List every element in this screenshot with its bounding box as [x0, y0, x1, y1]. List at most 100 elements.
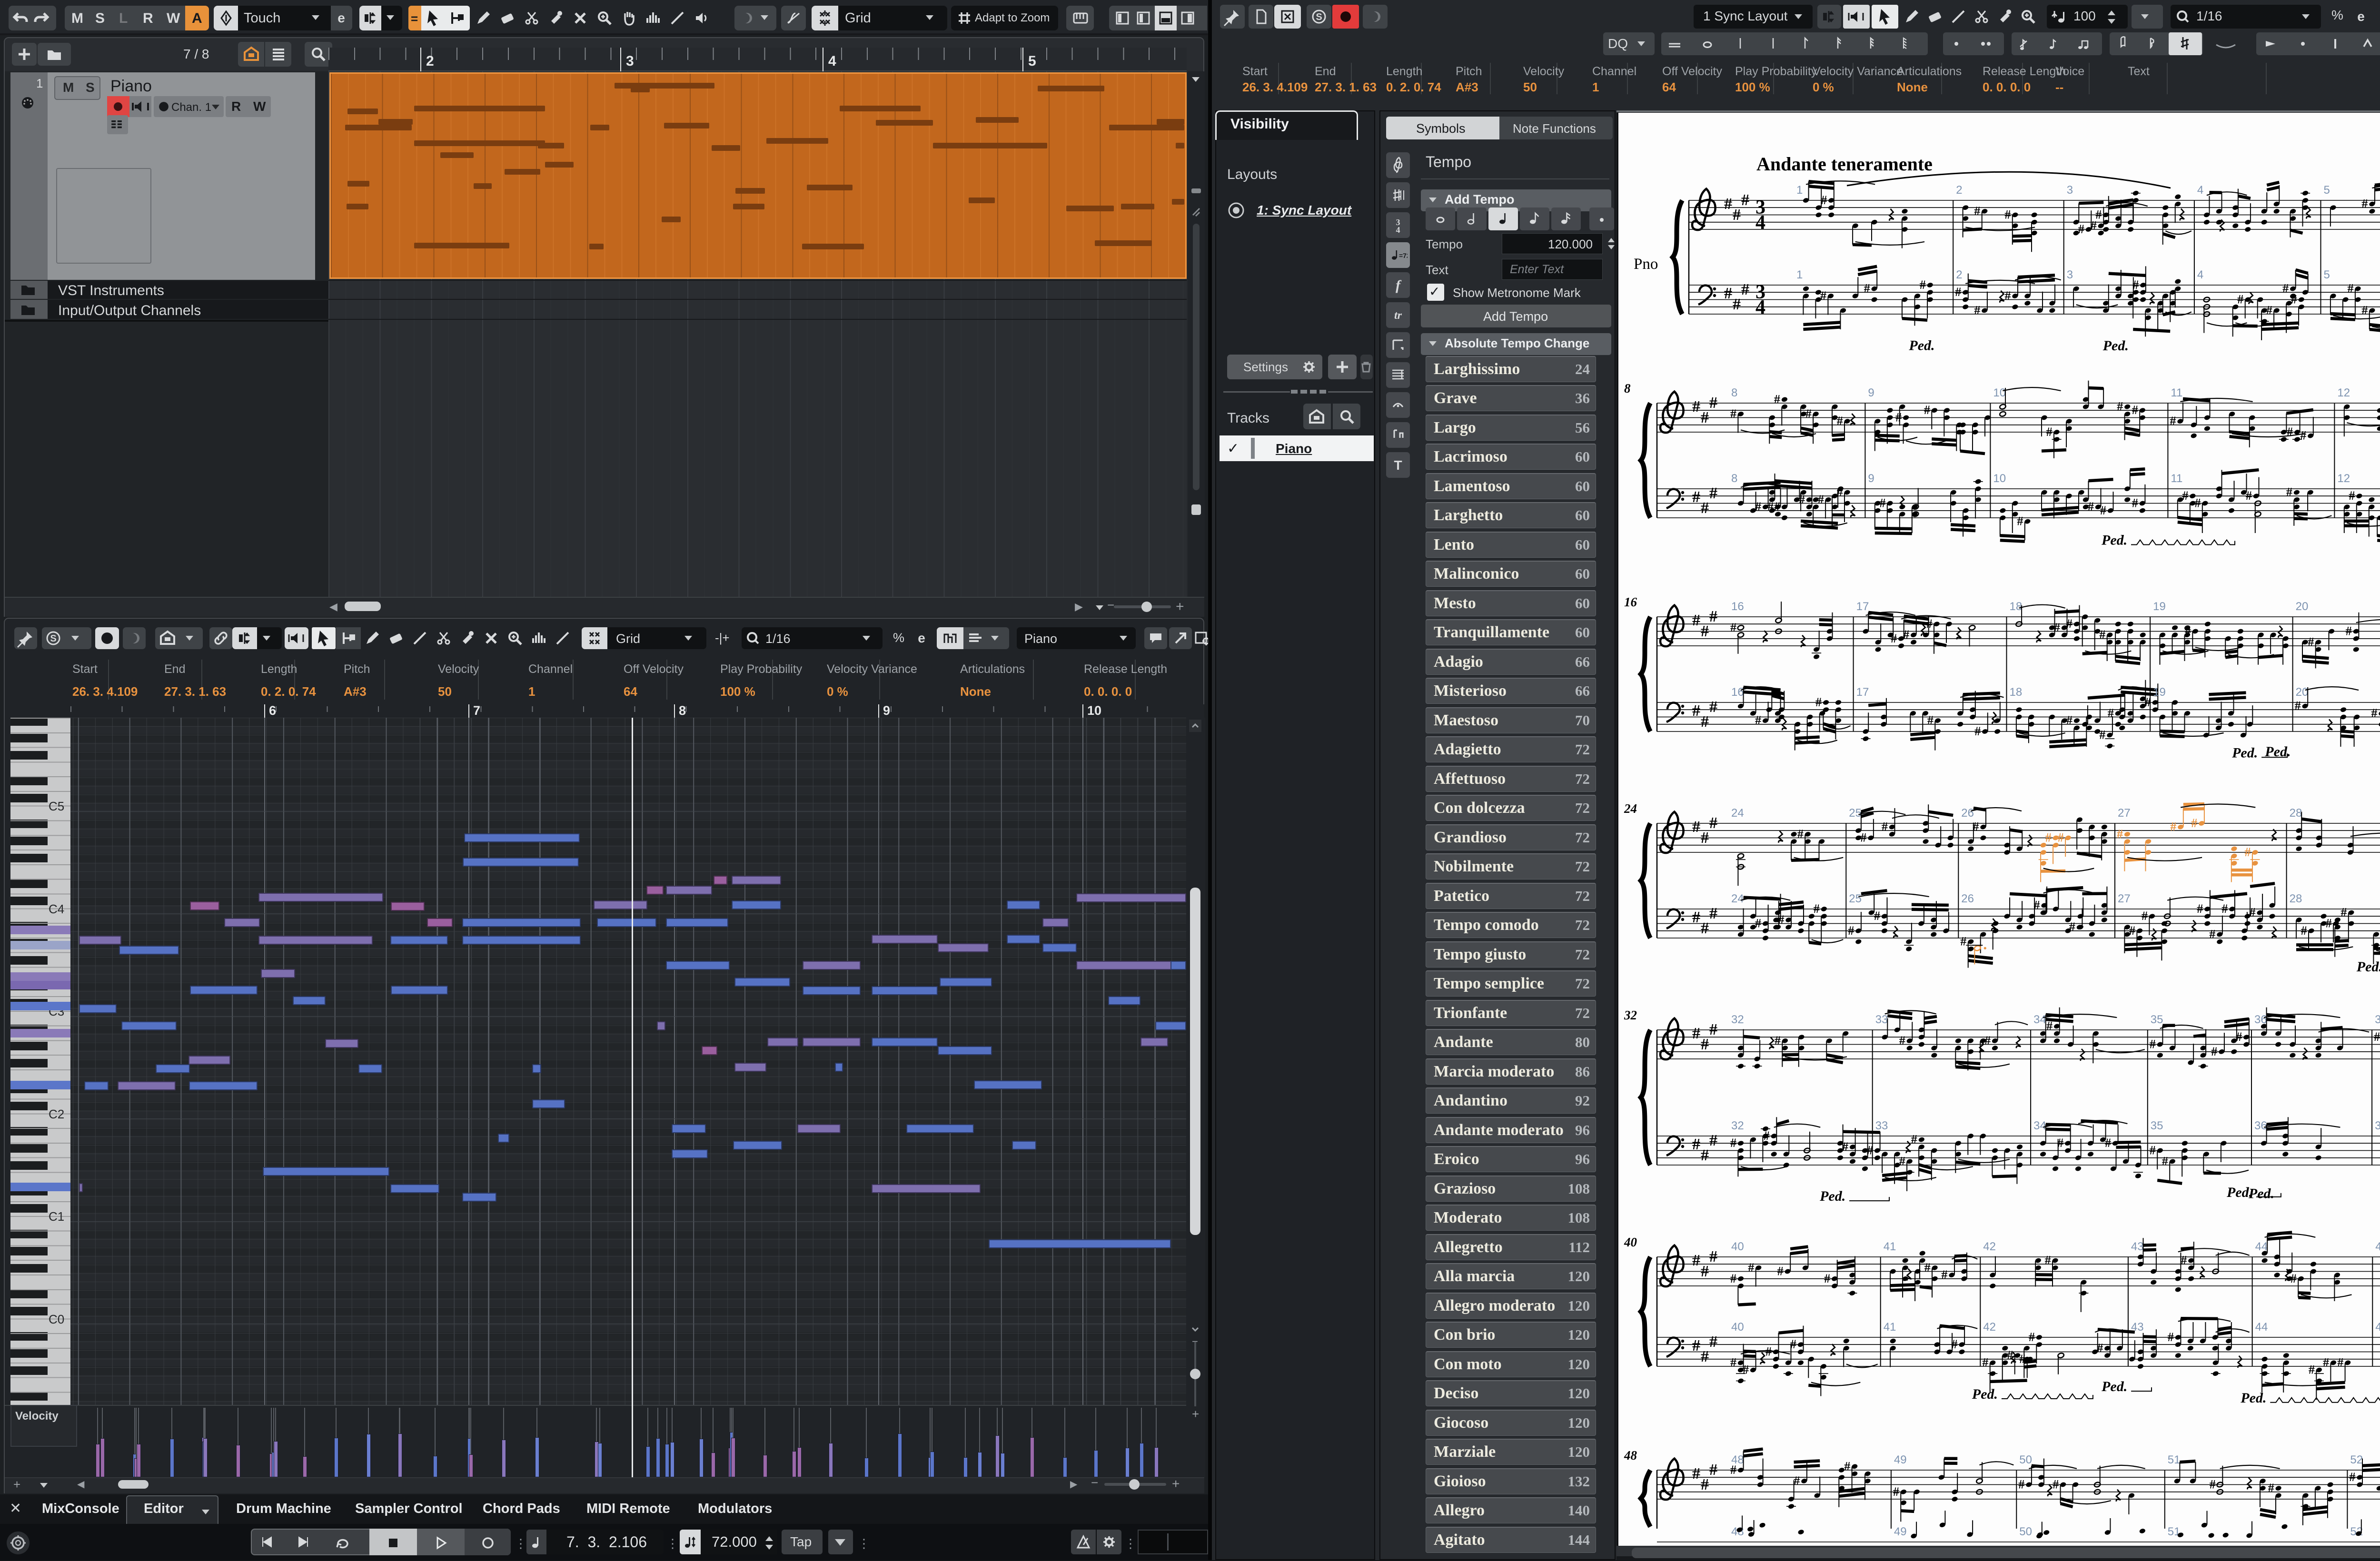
svg-text:#: # — [1974, 204, 1980, 218]
svg-text:3: 3 — [2067, 184, 2073, 197]
svg-text:#: # — [1867, 1144, 1873, 1157]
svg-text:16: 16 — [1731, 686, 1744, 699]
svg-text:#: # — [1864, 282, 1870, 296]
svg-text:#: # — [1692, 909, 1700, 926]
svg-text:#: # — [1973, 820, 1979, 834]
svg-text:#: # — [1879, 496, 1885, 510]
svg-text:#: # — [2004, 289, 2011, 303]
svg-text:#: # — [1748, 1261, 1754, 1274]
svg-text:#: # — [1926, 617, 1933, 631]
svg-text:18: 18 — [2010, 686, 2023, 699]
svg-text:#: # — [1692, 1252, 1700, 1269]
svg-text:33: 33 — [1875, 1013, 1888, 1026]
svg-text:#: # — [2058, 831, 2064, 845]
svg-text:35: 35 — [2151, 1119, 2163, 1132]
svg-text:50: 50 — [2019, 1453, 2032, 1466]
svg-text:#: # — [2142, 909, 2148, 923]
svg-text:4: 4 — [2197, 184, 2203, 197]
svg-text:#: # — [2197, 902, 2203, 916]
svg-text:#: # — [2361, 197, 2368, 211]
svg-text:33: 33 — [1875, 1119, 1888, 1132]
svg-text:3: 3 — [2067, 268, 2073, 281]
svg-text:#: # — [2185, 624, 2191, 638]
svg-text:#: # — [1730, 1136, 1736, 1150]
svg-text:#: # — [1899, 1034, 1905, 1047]
svg-text:#: # — [1724, 285, 1732, 302]
svg-text:#: # — [2250, 906, 2256, 919]
svg-text:Ped.: Ped. — [2264, 744, 2291, 760]
svg-text:#: # — [1952, 1337, 1958, 1351]
svg-text:#: # — [2245, 845, 2251, 859]
svg-text:9: 9 — [1868, 386, 1874, 399]
svg-text:28: 28 — [2290, 892, 2302, 905]
svg-text:#: # — [1820, 289, 1826, 303]
svg-text:35: 35 — [2151, 1013, 2163, 1026]
svg-text:#: # — [2246, 489, 2252, 503]
svg-text:37: 37 — [2375, 1119, 2380, 1132]
svg-text:#: # — [2045, 831, 2052, 845]
svg-text:#: # — [1701, 829, 1709, 847]
svg-text:#: # — [2129, 924, 2135, 938]
svg-text:#: # — [1701, 713, 1709, 731]
svg-text:#: # — [2069, 920, 2075, 934]
svg-text:#: # — [1790, 1337, 1796, 1351]
svg-text:#: # — [1775, 1034, 1781, 1047]
svg-text:Ped.: Ped. — [2101, 533, 2127, 548]
svg-text:34: 34 — [2033, 1013, 2046, 1026]
svg-text:#: # — [2132, 403, 2138, 417]
svg-text:#: # — [1799, 493, 1805, 506]
svg-text:#: # — [1984, 1034, 1991, 1047]
svg-text:#: # — [2291, 1272, 2297, 1285]
svg-text:1: 1 — [1796, 268, 1803, 281]
svg-text:#: # — [2099, 728, 2105, 742]
svg-text:#: # — [2018, 1478, 2024, 1492]
svg-text:#: # — [1982, 1355, 1988, 1369]
svg-text:40: 40 — [1731, 1240, 1744, 1253]
svg-text:#: # — [1709, 1333, 1717, 1351]
svg-text:#: # — [1692, 1465, 1700, 1482]
svg-text:#: # — [1741, 281, 1749, 298]
svg-text:51: 51 — [2168, 1453, 2181, 1466]
svg-text:#: # — [2295, 699, 2301, 713]
svg-text:#: # — [1709, 698, 1717, 716]
svg-text:42: 42 — [1983, 1321, 1996, 1334]
svg-text:12: 12 — [2337, 472, 2350, 485]
svg-text:19: 19 — [2153, 686, 2166, 699]
svg-text:#: # — [2108, 706, 2114, 720]
svg-text:#: # — [2221, 902, 2228, 916]
svg-text:#: # — [2287, 425, 2293, 439]
svg-text:#: # — [1692, 818, 1700, 836]
svg-text:#: # — [1911, 1133, 1917, 1146]
svg-text:#: # — [2211, 1045, 2217, 1058]
svg-text:#: # — [1730, 621, 1736, 634]
svg-text:32: 32 — [1731, 1119, 1744, 1132]
svg-text:18: 18 — [2010, 600, 2023, 613]
svg-text:25: 25 — [1849, 892, 1862, 905]
svg-text:S: S — [50, 633, 56, 644]
svg-text:#: # — [1837, 485, 1843, 499]
svg-text:#: # — [1701, 499, 1709, 517]
svg-text:#: # — [2309, 1363, 2315, 1377]
svg-text:8: 8 — [1731, 386, 1737, 399]
svg-text:10: 10 — [1993, 472, 2006, 485]
svg-text:#: # — [1709, 814, 1717, 832]
svg-text:#: # — [2029, 1330, 2035, 1344]
svg-text:40: 40 — [1624, 1235, 1637, 1249]
svg-text:20: 20 — [2296, 600, 2309, 613]
svg-text:1: 1 — [1796, 184, 1803, 197]
svg-text:#: # — [2361, 303, 2368, 317]
svg-text:#: # — [1692, 1136, 1700, 1153]
svg-text:49: 49 — [1894, 1525, 1907, 1538]
svg-text:40: 40 — [1731, 1321, 1744, 1334]
svg-text:52: 52 — [2350, 1453, 2363, 1466]
svg-text:Ped.: Ped. — [2226, 1185, 2252, 1200]
svg-text:#: # — [1941, 1268, 1947, 1282]
svg-text:27: 27 — [2118, 892, 2131, 905]
svg-text:Ped.: Ped. — [2356, 959, 2380, 975]
svg-text:#: # — [1701, 409, 1709, 426]
svg-text:#: # — [1730, 407, 1736, 421]
svg-text:#: # — [1860, 831, 1866, 845]
svg-text:10: 10 — [1993, 386, 2006, 399]
svg-text:#: # — [1692, 612, 1700, 629]
svg-text:#: # — [1709, 905, 1717, 922]
